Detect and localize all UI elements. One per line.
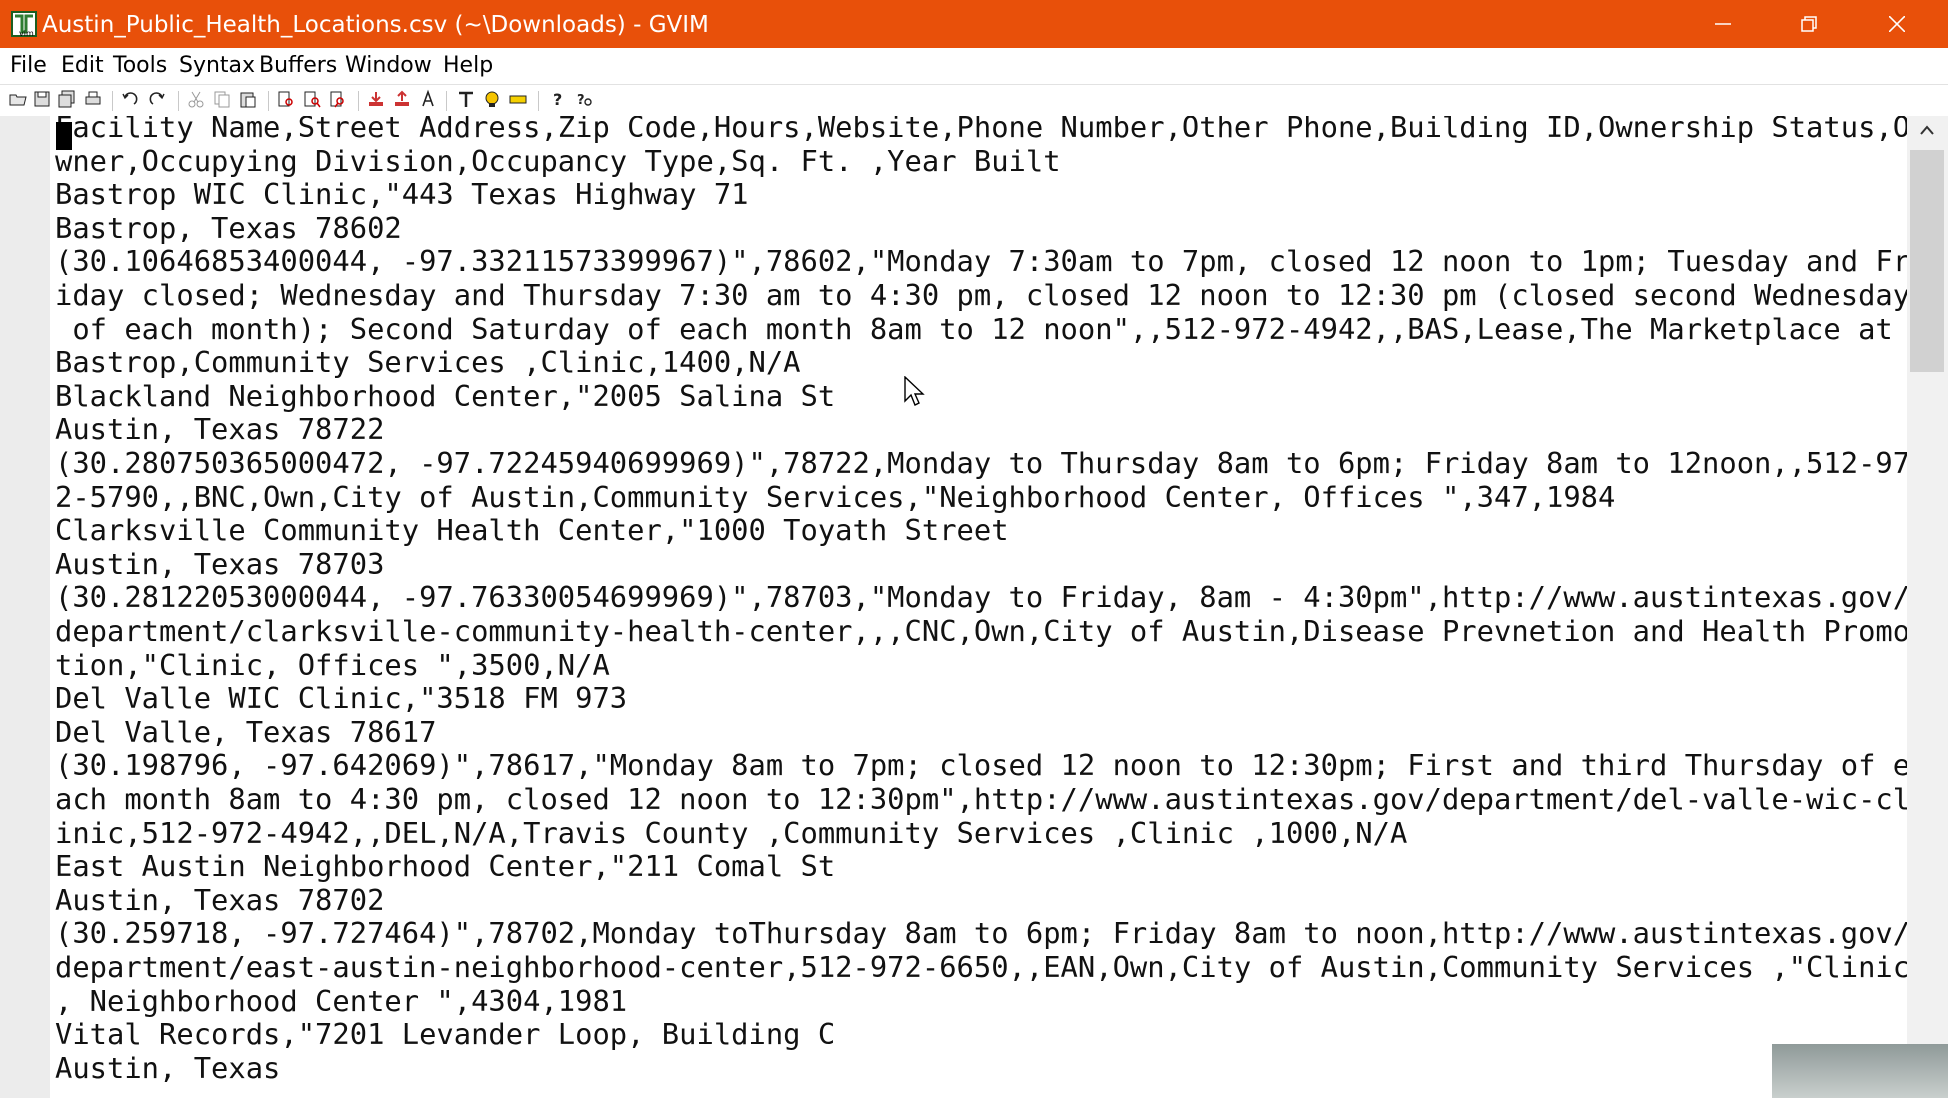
scroll-up-icon[interactable]	[1919, 124, 1935, 136]
webcam-overlay	[1772, 1044, 1948, 1098]
run-script-icon[interactable]	[418, 89, 438, 111]
editor-line[interactable]: iday closed; Wednesday and Thursday 7:30…	[55, 278, 1910, 312]
editor-line[interactable]: inic,512-972-4942,,DEL,N/A,Travis County…	[55, 816, 1407, 850]
editor-line[interactable]: Del Valle, Texas 78617	[55, 715, 436, 749]
svg-text:vim: vim	[19, 29, 34, 38]
editor-line[interactable]: Bastrop WIC Clinic,"443 Texas Highway 71	[55, 177, 749, 211]
editor-line[interactable]: Vital Records,"7201 Levander Loop, Build…	[55, 1017, 835, 1051]
editor-line[interactable]: Austin, Texas	[55, 1051, 280, 1085]
toolbar-separator	[538, 91, 539, 111]
editor-line[interactable]: (30.10646853400044, -97.33211573399967)"…	[55, 244, 1910, 278]
editor-line[interactable]: Bastrop, Texas 78602	[55, 211, 402, 245]
toolbar-separator	[358, 91, 359, 111]
editor-line[interactable]: Del Valle WIC Clinic,"3518 FM 973	[55, 681, 627, 715]
find-prev-icon[interactable]	[328, 89, 348, 111]
run-ctags-icon[interactable]	[508, 89, 528, 111]
editor-line[interactable]: Bastrop,Community Services ,Clinic,1400,…	[55, 345, 801, 379]
editor-line[interactable]: of each month); Second Saturday of each …	[55, 312, 1892, 346]
editor-line[interactable]: (30.280750365000472, -97.72245940699969)…	[55, 446, 1910, 480]
editor-line[interactable]: (30.198796, -97.642069)",78617,"Monday 8…	[55, 748, 1910, 782]
redo-icon[interactable]	[147, 89, 167, 111]
load-session-icon[interactable]	[366, 89, 386, 111]
toolbar-separator	[178, 91, 179, 111]
help-icon[interactable]: ?	[548, 89, 568, 111]
menu-window[interactable]: Window	[345, 52, 432, 80]
editor-line[interactable]: (30.259718, -97.727464)",78702,Monday to…	[55, 916, 1910, 950]
editor-line[interactable]: 2-5790,,BNC,Own,City of Austin,Community…	[55, 480, 1615, 514]
editor-line[interactable]: tion,"Clinic, Offices ",3500,N/A	[55, 648, 610, 682]
paste-icon[interactable]	[238, 89, 258, 111]
find-next-icon[interactable]	[302, 89, 322, 111]
restore-icon	[1801, 16, 1817, 32]
editor-gutter	[0, 116, 50, 1098]
editor-area[interactable]: Facility Name,Street Address,Zip Code,Ho…	[0, 116, 1948, 1098]
find-help-icon[interactable]: ?	[574, 89, 594, 111]
close-button[interactable]	[1854, 0, 1940, 48]
close-icon	[1889, 16, 1905, 32]
editor-line[interactable]: , Neighborhood Center ",4304,1981	[55, 984, 627, 1018]
scrollbar-thumb[interactable]	[1910, 150, 1944, 372]
editor-line[interactable]: wner,Occupying Division,Occupancy Type,S…	[55, 144, 1061, 178]
menu-bar: File Edit Tools Syntax Buffers Window He…	[0, 48, 1948, 84]
save-all-icon[interactable]	[57, 89, 77, 111]
editor-line[interactable]: Clarksville Community Health Center,"100…	[55, 513, 1009, 547]
editor-line[interactable]: (30.28122053000044, -97.76330054699969)"…	[55, 580, 1910, 614]
copy-icon[interactable]	[212, 89, 232, 111]
editor-line[interactable]: East Austin Neighborhood Center,"211 Com…	[55, 849, 835, 883]
toolbar: ? ?	[0, 84, 1948, 115]
save-session-icon[interactable]	[392, 89, 412, 111]
open-icon[interactable]	[8, 89, 28, 111]
editor-line[interactable]: Austin, Texas 78703	[55, 547, 384, 581]
svg-text:?: ?	[553, 90, 562, 109]
editor-line[interactable]: ach month 8am to 4:30 pm, closed 12 noon…	[55, 782, 1910, 816]
text-cursor	[56, 122, 72, 150]
toolbar-separator	[112, 91, 113, 111]
menu-buffers[interactable]: Buffers	[259, 52, 337, 80]
editor-line[interactable]: Austin, Texas 78702	[55, 883, 384, 917]
editor-line[interactable]: department/east-austin-neighborhood-cent…	[55, 950, 1910, 984]
toolbar-separator	[446, 91, 447, 111]
menu-file[interactable]: File	[10, 52, 47, 80]
find-replace-icon[interactable]	[276, 89, 296, 111]
title-bar: vim Austin_Public_Health_Locations.csv (…	[0, 0, 1948, 48]
editor-line[interactable]: Facility Name,Street Address,Zip Code,Ho…	[55, 116, 1910, 144]
menu-tools[interactable]: Tools	[113, 52, 167, 80]
menu-syntax[interactable]: Syntax	[179, 52, 255, 80]
print-icon[interactable]	[83, 89, 103, 111]
menu-edit[interactable]: Edit	[61, 52, 104, 80]
editor-line[interactable]: department/clarksville-community-health-…	[55, 614, 1910, 648]
cut-icon[interactable]	[186, 89, 206, 111]
vertical-scrollbar[interactable]	[1907, 116, 1948, 1098]
minimize-button[interactable]	[1680, 0, 1766, 48]
minimize-icon	[1715, 23, 1731, 25]
editor-line[interactable]: Blackland Neighborhood Center,"2005 Sali…	[55, 379, 835, 413]
save-icon[interactable]	[32, 89, 52, 111]
restore-button[interactable]	[1766, 0, 1852, 48]
make-icon[interactable]	[456, 89, 476, 111]
gvim-icon[interactable]: vim	[10, 10, 38, 38]
text-buffer[interactable]: Facility Name,Street Address,Zip Code,Ho…	[55, 116, 1911, 1098]
undo-icon[interactable]	[120, 89, 140, 111]
editor-line[interactable]: Austin, Texas 78722	[55, 412, 384, 446]
window-title: Austin_Public_Health_Locations.csv (~\Do…	[42, 12, 709, 38]
mouse-pointer-icon	[904, 376, 925, 406]
svg-text:?: ?	[577, 93, 585, 108]
menu-help[interactable]: Help	[443, 52, 493, 80]
shell-icon[interactable]	[482, 89, 502, 111]
toolbar-separator	[268, 91, 269, 111]
